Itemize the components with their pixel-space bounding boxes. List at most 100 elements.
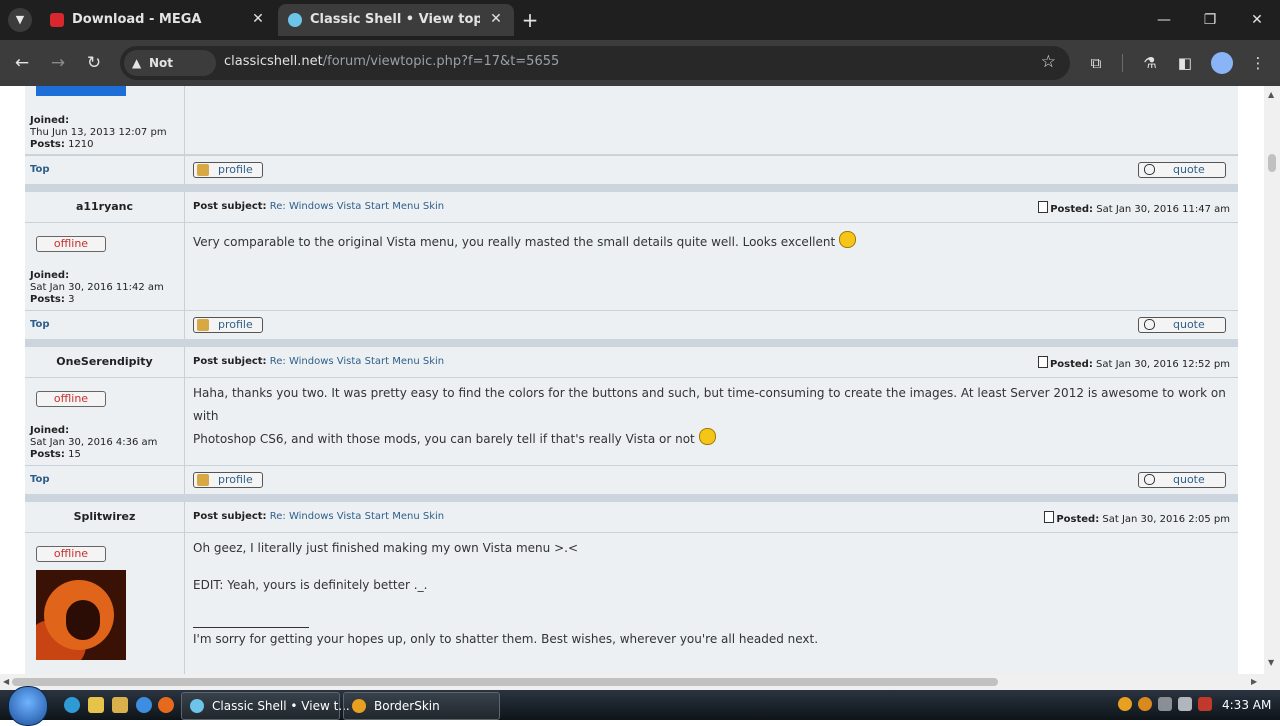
author-meta: Joined: Sat Jan 30, 2016 11:42 am Posts:…	[30, 270, 184, 306]
back-icon[interactable]: ←	[8, 49, 36, 77]
volume-muted-icon[interactable]	[1198, 697, 1212, 711]
address-bar[interactable]: ▲ Not secure classicshell.net/forum/view…	[120, 46, 1070, 96]
post-footer: Top profile quote	[25, 155, 1238, 184]
tab-strip: ▼ Download - MEGA ✕ Classic Shell • View…	[0, 0, 1280, 40]
classic-shell-icon	[288, 13, 302, 27]
close-icon[interactable]: ✕	[248, 9, 268, 29]
post-footer: Top profile quote	[25, 310, 1238, 339]
ie-icon[interactable]	[136, 697, 152, 713]
subject-link[interactable]: Re: Windows Vista Start Menu Skin	[270, 356, 444, 367]
restore-button[interactable]: ❐	[1187, 6, 1233, 34]
search-tray-icon[interactable]	[1118, 697, 1132, 711]
subject-link[interactable]: Re: Windows Vista Start Menu Skin	[270, 201, 444, 212]
laughing-smiley-icon	[698, 428, 716, 445]
post-body-row: offline Oh geez, I literally just finish…	[25, 533, 1238, 674]
labs-flask-icon[interactable]: ⚗	[1138, 52, 1162, 74]
tab-title: Classic Shell • View topic - Win	[310, 12, 480, 27]
post-header: Splitwirez Post subject: Re: Windows Vis…	[25, 502, 1238, 533]
security-chip[interactable]: ▲ Not secure	[124, 50, 216, 96]
url-text[interactable]: classicshell.net/forum/viewtopic.php?f=1…	[224, 54, 559, 69]
close-icon[interactable]: ✕	[486, 9, 506, 29]
offline-badge: offline	[36, 391, 106, 407]
tray-icon[interactable]	[1158, 697, 1172, 711]
minimize-button[interactable]: —	[1141, 6, 1187, 34]
forward-icon[interactable]: →	[44, 49, 72, 77]
profile-label: profile	[218, 163, 253, 176]
quicklaunch-icon[interactable]	[64, 697, 80, 713]
joined-label: Joined:	[30, 115, 70, 126]
menu-kebab-icon[interactable]: ⋮	[1246, 52, 1270, 74]
quote-button[interactable]: quote	[1138, 472, 1226, 488]
taskbar-item-chrome[interactable]: Classic Shell • View t...	[181, 692, 350, 720]
tab-mega[interactable]: Download - MEGA ✕	[40, 4, 276, 36]
quote-button[interactable]: quote	[1138, 317, 1226, 333]
explorer-icon[interactable]	[112, 697, 128, 713]
top-link[interactable]: Top	[30, 319, 50, 330]
author-cell: offline	[25, 533, 185, 674]
start-button[interactable]	[8, 686, 48, 726]
firefox-icon[interactable]	[158, 697, 174, 713]
joined-value: Thu Jun 13, 2013 12:07 pm	[30, 127, 167, 138]
scroll-down-icon[interactable]: ▼	[1268, 658, 1274, 667]
quote-icon	[1144, 474, 1155, 485]
post-content: Very comparable to the original Vista me…	[193, 231, 857, 254]
clock[interactable]: 4:33 AM	[1222, 698, 1271, 712]
offline-badge: offline	[36, 546, 106, 562]
quote-label: quote	[1173, 318, 1205, 331]
side-panel-icon[interactable]: ◧	[1173, 52, 1197, 74]
taskbar-item-borderskin[interactable]: BorderSkin	[343, 692, 500, 720]
bookmark-star-icon[interactable]: ☆	[1041, 52, 1056, 72]
toolbar-divider	[1122, 54, 1123, 72]
tab-classic-shell[interactable]: Classic Shell • View topic - Win ✕	[278, 4, 514, 36]
subject-label: Post subject:	[193, 356, 267, 367]
show-desktop-icon[interactable]	[88, 697, 104, 713]
post-author[interactable]: Splitwirez	[25, 502, 185, 532]
url-host: classicshell.net	[224, 54, 323, 69]
profile-button[interactable]: profile	[193, 317, 263, 333]
post-icon[interactable]	[1038, 201, 1049, 213]
profile-button[interactable]: profile	[193, 472, 263, 488]
network-icon[interactable]	[1178, 697, 1192, 711]
profile-button[interactable]: profile	[193, 162, 263, 178]
vertical-scrollbar[interactable]: ▲ ▼	[1264, 86, 1280, 674]
top-link[interactable]: Top	[30, 164, 50, 175]
borderskin-icon	[352, 699, 366, 713]
profile-icon	[197, 164, 209, 176]
page-viewport: Joined: Thu Jun 13, 2013 12:07 pm Posts:…	[0, 86, 1264, 674]
subject-link[interactable]: Re: Windows Vista Start Menu Skin	[270, 511, 444, 522]
scrollbar-thumb[interactable]	[12, 678, 998, 686]
post-date: Posted: Sat Jan 30, 2016 11:47 am	[1038, 201, 1230, 215]
extensions-icon[interactable]: ⧉	[1084, 52, 1108, 74]
scroll-left-icon[interactable]: ◀	[3, 677, 9, 686]
author-meta: Joined: Thu Jun 13, 2013 12:07 pm Posts:…	[30, 115, 184, 151]
post-icon[interactable]	[1037, 356, 1048, 368]
new-tab-button[interactable]: +	[518, 8, 542, 32]
profile-avatar-icon[interactable]	[1211, 52, 1233, 74]
scroll-right-icon[interactable]: ▶	[1251, 677, 1257, 686]
reload-icon[interactable]: ↻	[80, 49, 108, 77]
classic-shell-icon	[190, 699, 204, 713]
scrollbar-thumb[interactable]	[1268, 154, 1276, 172]
post-header: a11ryanc Post subject: Re: Windows Vista…	[25, 192, 1238, 223]
offline-badge: offline	[36, 236, 106, 252]
post-text-line: Haha, thanks you two. It was pretty easy…	[193, 386, 1226, 423]
quote-button[interactable]: quote	[1138, 162, 1226, 178]
top-link[interactable]: Top	[30, 474, 50, 485]
posts-value: 1210	[68, 139, 94, 150]
window-close-button[interactable]: ✕	[1234, 6, 1280, 34]
post-body-row: offline Joined: Sat Jan 30, 2016 4:36 am…	[25, 378, 1238, 465]
post-author[interactable]: OneSerendipity	[25, 347, 185, 377]
app-tray-icon[interactable]	[1138, 697, 1152, 711]
browser-toolbar: ← → ↻ ▲ Not secure classicshell.net/foru…	[0, 40, 1280, 96]
subject-label: Post subject:	[193, 511, 267, 522]
avatar	[36, 86, 126, 96]
tab-search-button[interactable]: ▼	[8, 8, 32, 32]
post-icon[interactable]	[1044, 511, 1055, 523]
profile-icon	[197, 319, 209, 331]
post-author[interactable]: a11ryanc	[25, 192, 185, 222]
joined-value: Sat Jan 30, 2016 11:42 am	[30, 282, 164, 293]
horizontal-scrollbar[interactable]: ◀ ▶	[0, 674, 1264, 690]
scroll-up-icon[interactable]: ▲	[1268, 90, 1274, 99]
profile-icon	[197, 474, 209, 486]
author-meta: Joined: Sat Jan 30, 2016 4:36 am Posts: …	[30, 425, 184, 461]
